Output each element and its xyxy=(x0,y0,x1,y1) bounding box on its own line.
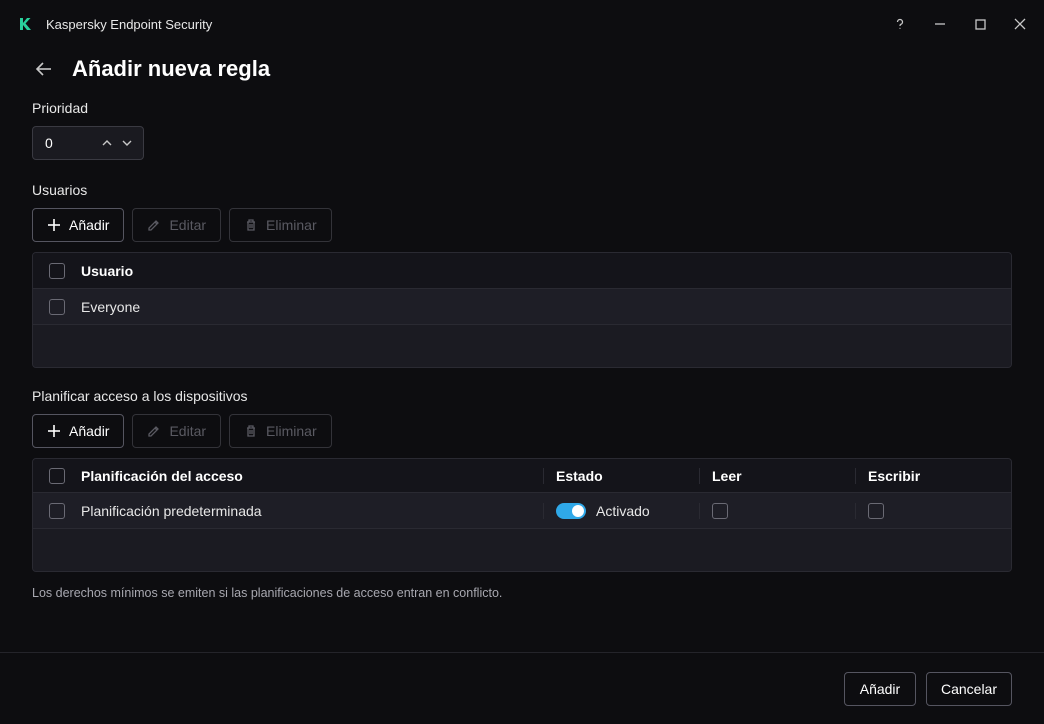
pencil-icon xyxy=(147,218,161,232)
users-column-user: Usuario xyxy=(81,263,1011,279)
stepper-controls xyxy=(99,135,143,151)
page-title: Añadir nueva regla xyxy=(72,56,270,82)
edit-user-button: Editar xyxy=(132,208,221,242)
confirm-add-button[interactable]: Añadir xyxy=(844,672,916,706)
trash-icon xyxy=(244,424,258,438)
add-schedule-button[interactable]: Añadir xyxy=(32,414,124,448)
add-user-button[interactable]: Añadir xyxy=(32,208,124,242)
add-user-label: Añadir xyxy=(69,217,109,233)
content-area: Añadir nueva regla Prioridad 0 Usuarios xyxy=(0,48,1044,652)
select-all-users-checkbox[interactable] xyxy=(49,263,65,279)
priority-stepper[interactable]: 0 xyxy=(32,126,144,160)
read-checkbox[interactable] xyxy=(712,503,728,519)
schedule-row-write-cell xyxy=(855,503,1011,519)
plus-icon xyxy=(47,424,61,438)
chevron-up-icon[interactable] xyxy=(99,135,115,151)
schedule-toolbar: Añadir Editar Eliminar xyxy=(32,414,1012,448)
edit-user-label: Editar xyxy=(169,217,206,233)
schedule-row-checkbox[interactable] xyxy=(49,503,65,519)
user-row-checkbox[interactable] xyxy=(49,299,65,315)
delete-user-button: Eliminar xyxy=(229,208,332,242)
minimize-button[interactable] xyxy=(932,16,948,32)
close-button[interactable] xyxy=(1012,16,1028,32)
edit-schedule-label: Editar xyxy=(169,423,206,439)
schedule-column-read: Leer xyxy=(699,468,855,484)
chevron-down-icon[interactable] xyxy=(119,135,135,151)
cancel-label: Cancelar xyxy=(941,681,997,697)
add-schedule-label: Añadir xyxy=(69,423,109,439)
delete-schedule-label: Eliminar xyxy=(266,423,317,439)
app-logo-icon xyxy=(16,15,34,33)
edit-schedule-button: Editar xyxy=(132,414,221,448)
user-row-check-cell xyxy=(33,299,81,315)
delete-user-label: Eliminar xyxy=(266,217,317,233)
user-row-name: Everyone xyxy=(81,299,1011,315)
app-title: Kaspersky Endpoint Security xyxy=(46,17,880,32)
priority-value: 0 xyxy=(33,135,99,151)
schedule-header-check-cell xyxy=(33,468,81,484)
trash-icon xyxy=(244,218,258,232)
schedule-section: Planificar acceso a los dispositivos Aña… xyxy=(32,388,1012,600)
write-checkbox[interactable] xyxy=(868,503,884,519)
delete-schedule-button: Eliminar xyxy=(229,414,332,448)
state-toggle[interactable] xyxy=(556,503,586,519)
schedule-note: Los derechos mínimos se emiten si las pl… xyxy=(32,586,1012,600)
users-table: Usuario Everyone xyxy=(32,252,1012,368)
schedule-row-name: Planificación predeterminada xyxy=(81,503,543,519)
cancel-button[interactable]: Cancelar xyxy=(926,672,1012,706)
schedule-label: Planificar acceso a los dispositivos xyxy=(32,388,1012,404)
page-header: Añadir nueva regla xyxy=(32,56,1012,82)
users-header-check-cell xyxy=(33,263,81,279)
select-all-schedules-checkbox[interactable] xyxy=(49,468,65,484)
dialog-footer: Añadir Cancelar xyxy=(0,652,1044,724)
table-row[interactable]: Planificación predeterminada Activado xyxy=(33,493,1011,529)
help-button[interactable] xyxy=(892,16,908,32)
priority-section: Prioridad 0 xyxy=(32,100,1012,160)
maximize-button[interactable] xyxy=(972,16,988,32)
users-section: Usuarios Añadir Editar Eliminar xyxy=(32,182,1012,368)
app-window: Kaspersky Endpoint Security Añadir nueva… xyxy=(0,0,1044,724)
schedule-table: Planificación del acceso Estado Leer Esc… xyxy=(32,458,1012,572)
schedule-column-write: Escribir xyxy=(855,468,1011,484)
schedule-row-state-cell: Activado xyxy=(543,503,699,519)
window-controls xyxy=(892,16,1028,32)
schedule-row-check-cell xyxy=(33,503,81,519)
plus-icon xyxy=(47,218,61,232)
users-table-filler xyxy=(33,325,1011,367)
back-button[interactable] xyxy=(32,57,56,81)
pencil-icon xyxy=(147,424,161,438)
users-label: Usuarios xyxy=(32,182,1012,198)
state-toggle-label: Activado xyxy=(596,503,650,519)
schedule-column-plan: Planificación del acceso xyxy=(81,468,543,484)
confirm-add-label: Añadir xyxy=(860,681,900,697)
titlebar: Kaspersky Endpoint Security xyxy=(0,0,1044,48)
users-table-header: Usuario xyxy=(33,253,1011,289)
table-row[interactable]: Everyone xyxy=(33,289,1011,325)
priority-label: Prioridad xyxy=(32,100,1012,116)
schedule-table-filler xyxy=(33,529,1011,571)
schedule-column-state: Estado xyxy=(543,468,699,484)
users-toolbar: Añadir Editar Eliminar xyxy=(32,208,1012,242)
schedule-table-header: Planificación del acceso Estado Leer Esc… xyxy=(33,459,1011,493)
schedule-row-read-cell xyxy=(699,503,855,519)
